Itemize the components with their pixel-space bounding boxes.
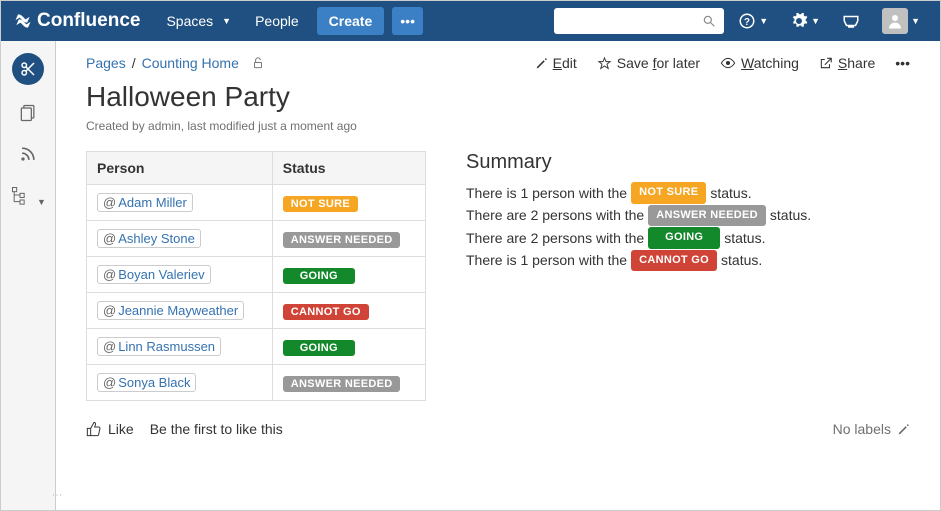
help-icon: ? bbox=[738, 12, 756, 30]
status-badge: ANSWER NEEDED bbox=[283, 376, 401, 392]
pencil-icon bbox=[535, 57, 548, 70]
summary-line: There is 1 person with the CANNOT GO sta… bbox=[466, 249, 811, 271]
rss-icon bbox=[18, 144, 38, 164]
page-footer: Like Be the first to like this No labels bbox=[86, 421, 910, 437]
ellipsis-icon: ••• bbox=[400, 13, 415, 29]
help-button[interactable]: ? ▼ bbox=[730, 6, 776, 36]
create-more-button[interactable]: ••• bbox=[392, 7, 423, 35]
col-person: Person bbox=[87, 152, 273, 185]
confluence-icon bbox=[13, 11, 33, 31]
attendance-table: Person Status @Adam Miller NOT SURE @Ashle… bbox=[86, 151, 426, 401]
status-badge: ANSWER NEEDED bbox=[648, 205, 766, 227]
more-actions-button[interactable]: ••• bbox=[895, 55, 910, 71]
share-button[interactable]: Share bbox=[819, 55, 875, 71]
status-badge: GOING bbox=[283, 340, 355, 356]
chevron-down-icon: ▼ bbox=[759, 16, 768, 26]
labels-section: No labels bbox=[833, 421, 910, 437]
table-row: @Ashley Stone ANSWER NEEDED bbox=[87, 221, 426, 257]
like-button[interactable]: Like bbox=[86, 421, 134, 437]
svg-text:?: ? bbox=[744, 17, 750, 28]
summary-line: There are 2 persons with the ANSWER NEED… bbox=[466, 204, 811, 226]
avatar-icon bbox=[882, 8, 908, 34]
chevron-down-icon: ▼ bbox=[911, 16, 920, 26]
share-icon bbox=[819, 56, 833, 70]
scissors-icon bbox=[19, 60, 37, 78]
search-icon bbox=[702, 14, 716, 28]
table-row: @Jeannie Mayweather CANNOT GO bbox=[87, 293, 426, 329]
gear-icon bbox=[790, 12, 808, 30]
summary-heading: Summary bbox=[466, 151, 811, 174]
settings-button[interactable]: ▼ bbox=[782, 6, 828, 36]
edit-button[interactable]: Edit bbox=[535, 55, 577, 71]
pages-icon bbox=[18, 103, 38, 123]
page-title: Halloween Party bbox=[86, 81, 910, 113]
status-badge: CANNOT GO bbox=[283, 304, 369, 320]
star-icon bbox=[597, 56, 612, 71]
like-prompt: Be the first to like this bbox=[150, 421, 283, 437]
breadcrumb-parent[interactable]: Counting Home bbox=[142, 55, 239, 71]
save-for-later-button[interactable]: Save for later bbox=[597, 55, 700, 71]
user-mention[interactable]: @Boyan Valeriev bbox=[97, 265, 211, 284]
profile-button[interactable]: ▼ bbox=[874, 2, 928, 40]
breadcrumb: Pages / Counting Home bbox=[86, 55, 265, 71]
user-mention[interactable]: @Jeannie Mayweather bbox=[97, 301, 244, 320]
tree-icon bbox=[10, 185, 30, 205]
nav-people[interactable]: People bbox=[245, 7, 309, 35]
search-input[interactable] bbox=[554, 8, 724, 34]
table-row: @Boyan Valeriev GOING bbox=[87, 257, 426, 293]
status-badge: GOING bbox=[648, 227, 720, 249]
status-badge: NOT SURE bbox=[631, 182, 706, 204]
status-badge: ANSWER NEEDED bbox=[283, 232, 401, 248]
tray-icon bbox=[842, 12, 860, 30]
app-name: Confluence bbox=[37, 10, 140, 32]
thumbs-up-icon bbox=[86, 421, 102, 437]
user-mention[interactable]: @Ashley Stone bbox=[97, 229, 201, 248]
page-actions: Edit Save for later Watching Share ••• bbox=[535, 55, 910, 71]
space-logo[interactable] bbox=[12, 53, 44, 85]
sidebar-tree[interactable]: ▼ bbox=[10, 185, 46, 208]
summary-line: There are 2 persons with the GOING statu… bbox=[466, 227, 811, 249]
notifications-button[interactable] bbox=[834, 6, 868, 36]
edit-labels-icon[interactable] bbox=[897, 423, 910, 436]
main-content: Pages / Counting Home Edit Save for late… bbox=[56, 41, 940, 510]
ellipsis-icon: ••• bbox=[895, 55, 910, 71]
user-mention[interactable]: @Linn Rasmussen bbox=[97, 337, 221, 356]
status-badge: GOING bbox=[283, 268, 355, 284]
breadcrumb-root[interactable]: Pages bbox=[86, 55, 126, 71]
app-header: Confluence Spaces▼ People Create ••• ? ▼… bbox=[1, 1, 940, 41]
chevron-down-icon: ▼ bbox=[37, 197, 46, 207]
user-mention[interactable]: @Adam Miller bbox=[97, 193, 193, 212]
table-row: @Sonya Black ANSWER NEEDED bbox=[87, 365, 426, 401]
status-badge: NOT SURE bbox=[283, 196, 358, 212]
confluence-logo[interactable]: Confluence bbox=[13, 10, 140, 32]
left-sidebar: ▼ bbox=[1, 41, 56, 510]
sidebar-drag-handle[interactable]: ⋮ bbox=[51, 490, 62, 500]
watching-button[interactable]: Watching bbox=[720, 55, 799, 71]
chevron-down-icon: ▼ bbox=[811, 16, 820, 26]
primary-nav: Spaces▼ People Create ••• bbox=[156, 7, 423, 35]
eye-icon bbox=[720, 55, 736, 71]
unlock-icon[interactable] bbox=[251, 56, 265, 70]
sidebar-blog[interactable] bbox=[18, 144, 38, 167]
nav-spaces[interactable]: Spaces▼ bbox=[156, 7, 241, 35]
sidebar-pages[interactable] bbox=[18, 103, 38, 126]
header-right: ? ▼ ▼ ▼ bbox=[554, 2, 928, 40]
summary-section: Summary There is 1 person with the NOT S… bbox=[466, 151, 811, 272]
chevron-down-icon: ▼ bbox=[222, 16, 231, 26]
summary-line: There is 1 person with the NOT SURE stat… bbox=[466, 182, 811, 204]
table-row: @Linn Rasmussen GOING bbox=[87, 329, 426, 365]
page-meta: Created by admin, last modified just a m… bbox=[86, 119, 910, 133]
create-button[interactable]: Create bbox=[317, 7, 385, 35]
table-row: @Adam Miller NOT SURE bbox=[87, 185, 426, 221]
status-badge: CANNOT GO bbox=[631, 250, 717, 272]
user-mention[interactable]: @Sonya Black bbox=[97, 373, 196, 392]
col-status: Status bbox=[272, 152, 425, 185]
